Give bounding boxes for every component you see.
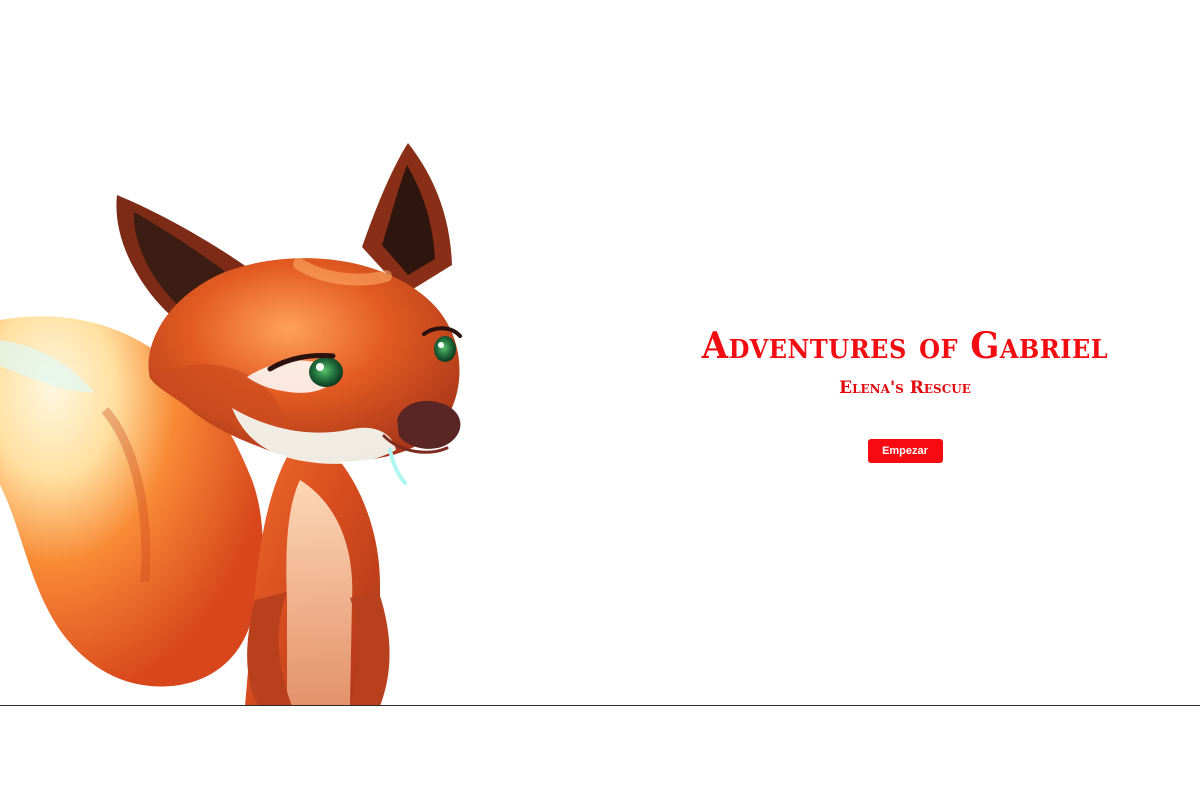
- game-title: Adventures of Gabriel: [701, 324, 1109, 368]
- game-title-screen: Adventures of Gabriel Elena's Rescue Emp…: [0, 0, 1200, 800]
- fox-body: [245, 430, 390, 706]
- horizon-divider: [0, 705, 1200, 706]
- title-hero: Adventures of Gabriel Elena's Rescue Emp…: [0, 0, 1200, 706]
- game-subtitle: Elena's Rescue: [839, 378, 971, 398]
- title-block: Adventures of Gabriel Elena's Rescue Emp…: [700, 320, 1110, 463]
- start-button[interactable]: Empezar: [867, 439, 943, 463]
- fox-character-illustration: [0, 143, 462, 706]
